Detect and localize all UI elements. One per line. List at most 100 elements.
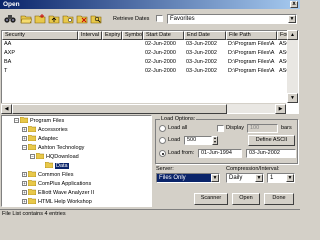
tree-item-selected[interactable]: Data: [45, 162, 69, 170]
tree-item-label: ComPlus Applications: [38, 181, 92, 187]
folder-icon: [28, 189, 36, 195]
column-interval[interactable]: Interval: [78, 31, 102, 40]
chevron-down-icon[interactable]: ▼: [286, 174, 294, 182]
tree-item-label: HQDownload: [46, 154, 79, 160]
binoculars-icon[interactable]: [4, 13, 16, 24]
interval-combo[interactable]: 1 ▼: [267, 173, 295, 183]
folder-icon: [28, 180, 36, 186]
folder-icon: [28, 135, 36, 141]
expand-icon[interactable]: +: [22, 190, 27, 195]
load-count-input[interactable]: 500: [184, 136, 212, 145]
tree-item[interactable]: − HQDownload: [30, 153, 79, 161]
done-button[interactable]: Done: [264, 193, 294, 205]
toolbar: Retrieve Dates Favorites ▼: [0, 10, 300, 28]
column-start-date[interactable]: Start Date: [143, 31, 184, 40]
folder-icon: [28, 126, 36, 132]
scroll-right-icon[interactable]: ▶: [275, 104, 286, 114]
tree-item-label: Elliott Wave Analyzer II: [38, 190, 95, 196]
start-date-cell: 02-Jun-2000: [145, 59, 176, 65]
scanner-button[interactable]: Scanner: [194, 193, 228, 205]
open-folder-icon[interactable]: [20, 13, 32, 24]
tree-item[interactable]: + HTML Help Workshop: [22, 198, 92, 206]
tree-item-label: HTML Help Workshop: [38, 199, 92, 205]
new-folder-icon[interactable]: [34, 13, 46, 24]
compression-type-combo[interactable]: Daily ▼: [226, 173, 264, 183]
tree-item[interactable]: + Common Files: [22, 171, 73, 179]
load-count-radio[interactable]: [159, 137, 166, 144]
folder-icon: [28, 198, 36, 204]
file-list-header: Security Interval Expiry Symbol Start Da…: [2, 31, 298, 40]
bars-label: bars: [281, 125, 292, 131]
column-security[interactable]: Security: [2, 31, 78, 40]
scroll-up-icon[interactable]: ▲: [287, 30, 298, 40]
folder-up-icon[interactable]: [48, 13, 60, 24]
collapse-icon[interactable]: −: [30, 154, 35, 159]
favorites-combo[interactable]: Favorites ▼: [167, 14, 297, 24]
column-end-date[interactable]: End Date: [184, 31, 226, 40]
tree-item-label: Common Files: [38, 172, 74, 178]
expand-icon[interactable]: +: [22, 181, 27, 186]
load-count-spinner[interactable]: ▲ ▼: [212, 136, 218, 145]
expand-icon[interactable]: +: [22, 199, 27, 204]
from-date-input[interactable]: 01-Jun-1994: [198, 149, 242, 158]
tree-item-label: Program Files: [30, 118, 65, 124]
tree-item[interactable]: − Program Files: [14, 117, 64, 125]
scroll-down-icon[interactable]: ▼: [287, 93, 298, 103]
tree-item[interactable]: − Ashton Technology: [22, 144, 84, 152]
scroll-thumb[interactable]: [12, 104, 227, 114]
end-date-cell: 03-Jun-2002: [186, 68, 217, 74]
folder-icon: [28, 171, 36, 177]
table-row[interactable]: BA 02-Jun-2000 03-Jun-2002 D:\Program Fi…: [2, 58, 298, 67]
table-row[interactable]: AA 02-Jun-2000 03-Jun-2002 D:\Program Fi…: [2, 40, 298, 49]
table-row[interactable]: T 02-Jun-2000 03-Jun-2002 D:\Program Fil…: [2, 67, 298, 76]
collapse-icon[interactable]: −: [14, 118, 19, 123]
chevron-down-icon[interactable]: ▼: [211, 174, 219, 182]
close-button[interactable]: x: [290, 1, 298, 8]
file-list[interactable]: Security Interval Expiry Symbol Start Da…: [1, 30, 299, 114]
tree-item[interactable]: + Elliott Wave Analyzer II: [22, 189, 94, 197]
define-ascii-button[interactable]: Define ASCII: [248, 135, 295, 146]
column-symbol[interactable]: Symbol: [122, 31, 143, 40]
tree-item[interactable]: + Accessories: [22, 126, 68, 134]
chevron-down-icon[interactable]: ▼: [255, 174, 263, 182]
file-list-hscrollbar[interactable]: ◀ ▶: [1, 103, 286, 114]
expand-icon[interactable]: +: [22, 172, 27, 177]
file-list-vscrollbar[interactable]: ▲ ▼: [287, 30, 298, 103]
folder-open-icon: [36, 153, 44, 159]
start-date-cell: 02-Jun-2000: [145, 68, 176, 74]
folder-settings-icon[interactable]: [62, 13, 74, 24]
column-file-path[interactable]: File Path: [226, 31, 277, 40]
tree-item-label: Adaptec: [38, 136, 59, 142]
folder-delete-icon[interactable]: [76, 13, 88, 24]
open-button[interactable]: Open: [232, 193, 260, 205]
column-expiry[interactable]: Expiry: [102, 31, 122, 40]
chevron-down-icon[interactable]: ▼: [288, 15, 296, 23]
security-cell: BA: [4, 59, 12, 65]
title-bar: Open x: [0, 0, 300, 9]
tree-item-label: Ashton Technology: [38, 145, 85, 151]
tree-item-label: Data: [55, 163, 69, 169]
expand-icon[interactable]: +: [22, 127, 27, 132]
end-date-cell: 03-Jun-2002: [186, 41, 217, 47]
server-combo[interactable]: Files Only ▼: [156, 173, 220, 183]
from-date-value: 01-Jun-1994: [201, 150, 232, 156]
scroll-left-icon[interactable]: ◀: [1, 104, 12, 114]
security-cell: AXP: [4, 50, 16, 56]
expand-icon[interactable]: +: [22, 136, 27, 141]
tree-item[interactable]: + Adaptec: [22, 135, 58, 143]
load-all-radio[interactable]: [159, 125, 166, 132]
window-title: Open: [3, 1, 20, 8]
to-date-input[interactable]: 03-Jun-2002: [246, 149, 296, 158]
retrieve-dates-checkbox[interactable]: [156, 15, 163, 22]
file-path-cell: D:\Program Files\A: [228, 50, 275, 56]
display-bars-input[interactable]: 100: [247, 124, 278, 133]
status-bar: File List contains 4 entries: [0, 209, 300, 219]
display-checkbox[interactable]: [217, 125, 224, 132]
start-date-cell: 02-Jun-2000: [145, 50, 176, 56]
tree-item[interactable]: + ComPlus Applications: [22, 180, 91, 188]
table-row[interactable]: AXP 02-Jun-2000 03-Jun-2002 D:\Program F…: [2, 49, 298, 58]
folder-tree[interactable]: − Program Files + Accessories + Adaptec − As…: [1, 115, 152, 207]
folder-search-icon[interactable]: [90, 13, 102, 24]
collapse-icon[interactable]: −: [22, 145, 27, 150]
load-from-radio[interactable]: [159, 150, 166, 157]
